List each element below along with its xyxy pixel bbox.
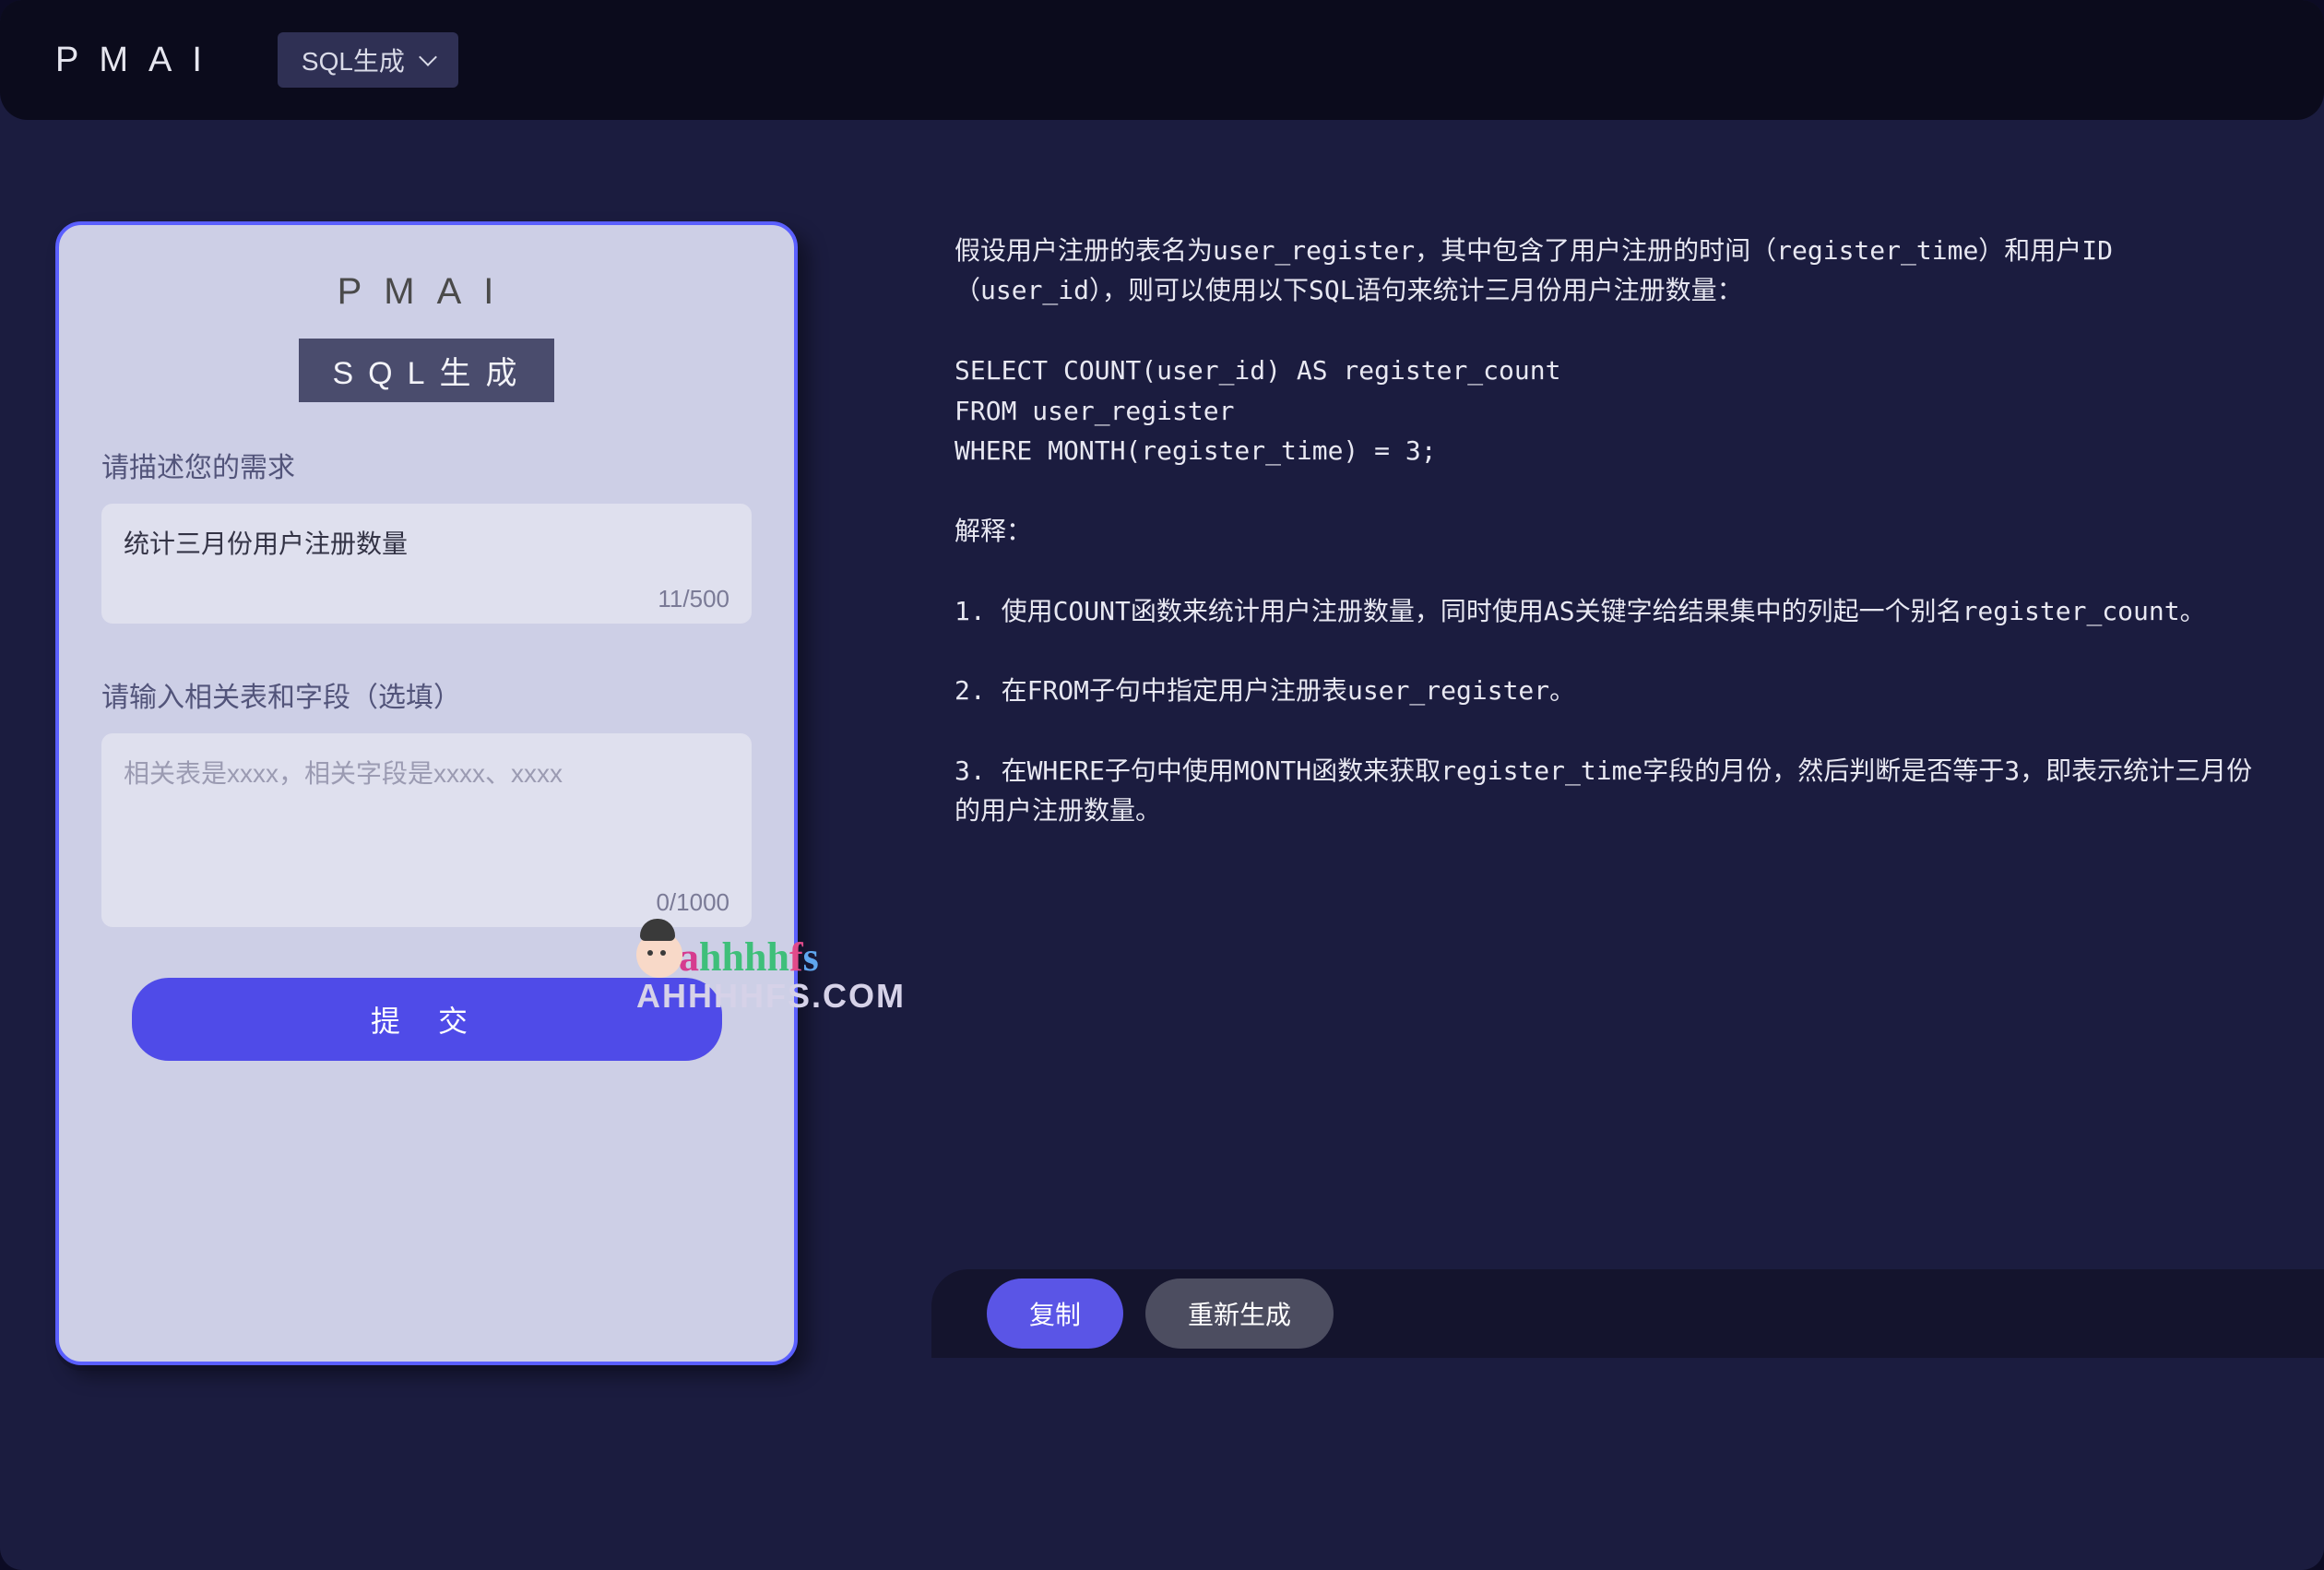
- mode-dropdown[interactable]: SQL生成: [278, 32, 458, 88]
- card-logo: PMAI: [101, 271, 752, 313]
- submit-button[interactable]: 提 交: [132, 978, 722, 1061]
- chevron-down-icon: [419, 48, 437, 66]
- app-logo: PMAI: [55, 41, 222, 80]
- input-card: PMAI SQL生成 请描述您的需求 11/500 请输入相关表和字段（选填） …: [55, 221, 798, 1365]
- result-text: 假设用户注册的表名为user_register，其中包含了用户注册的时间（reg…: [954, 231, 2264, 831]
- label-schema: 请输入相关表和字段（选填）: [101, 674, 752, 715]
- requirement-input[interactable]: [101, 504, 752, 624]
- card-mode-tag: SQL生成: [299, 339, 553, 402]
- regenerate-button[interactable]: 重新生成: [1145, 1279, 1334, 1349]
- top-header: PMAI SQL生成: [0, 0, 2324, 120]
- copy-button[interactable]: 复制: [987, 1279, 1123, 1349]
- requirement-counter: 11/500: [658, 585, 729, 613]
- schema-input[interactable]: [101, 733, 752, 927]
- label-requirement: 请描述您的需求: [101, 445, 752, 485]
- mode-dropdown-label: SQL生成: [302, 42, 405, 78]
- result-action-bar: 复制 重新生成: [931, 1269, 2324, 1358]
- schema-counter: 0/1000: [656, 888, 729, 917]
